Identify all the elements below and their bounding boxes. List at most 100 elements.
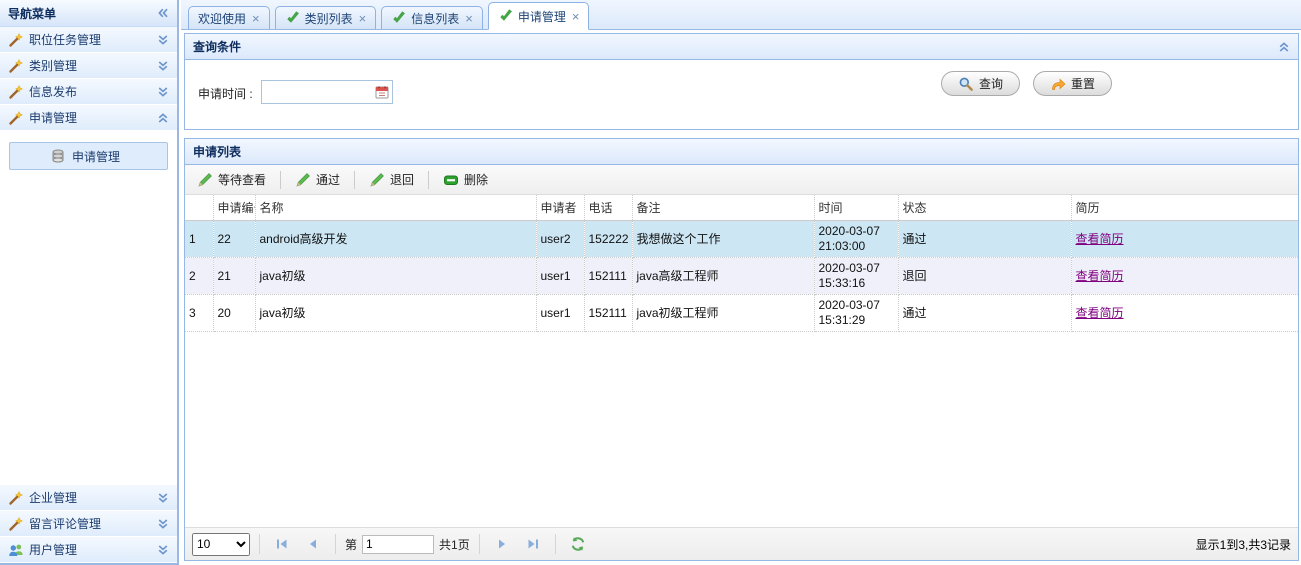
last-page-button[interactable] xyxy=(520,532,546,556)
pencil-icon xyxy=(369,172,385,188)
last-page-icon xyxy=(525,536,541,552)
tab-application-mgmt[interactable]: 申请管理 × xyxy=(487,2,590,30)
view-resume-link[interactable]: 查看简历 xyxy=(1076,232,1124,246)
wait-review-button[interactable]: 等待查看 xyxy=(190,167,273,192)
sidebar-item-label: 企业管理 xyxy=(29,491,78,505)
check-icon xyxy=(285,10,301,26)
delete-button[interactable]: 删除 xyxy=(436,167,495,192)
col-status: 状态 xyxy=(898,195,1072,221)
col-phone: 电话 xyxy=(584,195,633,221)
col-time: 时间 xyxy=(814,195,899,221)
sidebar-item-category-mgmt[interactable]: 类别管理 xyxy=(0,53,177,79)
close-icon[interactable]: × xyxy=(359,12,367,25)
list-panel-title: 申请列表 xyxy=(193,145,242,159)
page-label-suffix: 共1页 xyxy=(439,537,470,552)
view-resume-link[interactable]: 查看简历 xyxy=(1076,269,1124,283)
refresh-icon xyxy=(570,536,586,552)
col-remark: 备注 xyxy=(632,195,815,221)
search-button[interactable]: 查询 xyxy=(940,71,1020,96)
apply-time-input[interactable] xyxy=(264,83,372,101)
sidebar-item-application-mgmt[interactable]: 申请管理 xyxy=(0,105,177,131)
query-buttons: 查询 重置 xyxy=(940,71,1112,96)
first-page-button[interactable] xyxy=(269,532,295,556)
page-size-select[interactable]: 10 xyxy=(192,532,250,556)
chevron-down-icon xyxy=(157,492,169,504)
sidebar-item-job-task-mgmt[interactable]: 职位任务管理 xyxy=(0,27,177,53)
approve-button[interactable]: 通过 xyxy=(288,167,347,192)
next-page-icon xyxy=(494,536,510,552)
grid-toolbar: 等待查看 通过 退回 删除 xyxy=(185,165,1298,195)
col-rownum xyxy=(185,195,214,221)
apply-time-field-wrap xyxy=(261,80,393,104)
close-icon[interactable]: × xyxy=(252,12,260,25)
calendar-icon[interactable] xyxy=(374,84,390,103)
page-label-prefix: 第 xyxy=(345,537,358,552)
collapse-sidebar-icon[interactable] xyxy=(157,7,169,19)
close-icon[interactable]: × xyxy=(465,12,473,25)
col-apply-id: 申请编号 xyxy=(213,195,256,221)
tab-label: 申请管理 xyxy=(517,9,566,24)
nav-title: 导航菜单 xyxy=(8,6,57,21)
toolbar-separator xyxy=(280,170,282,189)
submenu-item-label: 申请管理 xyxy=(72,149,121,164)
chevron-down-icon xyxy=(157,34,169,46)
apply-time-label: 申请时间 : xyxy=(198,87,253,101)
query-panel: 查询条件 申请时间 : 查询 重置 xyxy=(184,33,1299,130)
sidebar-item-label: 申请管理 xyxy=(29,111,78,125)
col-applicant: 申请者 xyxy=(536,195,585,221)
next-page-button[interactable] xyxy=(489,532,515,556)
sidebar-item-info-publish[interactable]: 信息发布 xyxy=(0,79,177,105)
query-panel-title: 查询条件 xyxy=(193,40,242,54)
table-row[interactable]: 3 20 java初级 user1 152111 java初级工程师 2020-… xyxy=(185,294,1298,332)
col-name: 名称 xyxy=(255,195,537,221)
return-button[interactable]: 退回 xyxy=(362,167,421,192)
sidebar-item-label: 类别管理 xyxy=(29,59,78,73)
main-content: 欢迎使用 × 类别列表 × 信息列表 × 申请管理 × 查询条件 申请时间 : xyxy=(181,0,1301,565)
application-list-panel: 申请列表 等待查看 通过 退回 删除 申请编 名称 申请者 电话 备注 时间 状… xyxy=(184,138,1299,561)
wand-icon xyxy=(8,490,24,506)
sidebar-item-company-mgmt[interactable]: 企业管理 xyxy=(0,485,177,511)
wand-icon xyxy=(8,58,24,74)
collapse-panel-icon[interactable] xyxy=(1278,41,1290,53)
wand-icon xyxy=(8,110,24,126)
pencil-icon xyxy=(197,172,213,188)
pencil-icon xyxy=(295,172,311,188)
navigation-sidebar: 导航菜单 职位任务管理 类别管理 信息发布 申请管理 申请管理 企业管理 留言评… xyxy=(0,0,179,565)
redo-icon xyxy=(1050,76,1066,92)
pagination-bar: 10 第 共1页 显示1到3,共3记录 xyxy=(185,527,1298,560)
nav-header: 导航菜单 xyxy=(0,0,177,27)
tab-category-list[interactable]: 类别列表 × xyxy=(274,6,377,29)
toolbar-separator xyxy=(428,170,430,189)
reset-button[interactable]: 重置 xyxy=(1032,71,1112,96)
sidebar-item-label: 留言评论管理 xyxy=(29,517,102,531)
sidebar-item-user-mgmt[interactable]: 用户管理 xyxy=(0,537,177,563)
chevron-down-icon xyxy=(157,86,169,98)
chevron-up-icon xyxy=(157,112,169,124)
sidebar-item-comment-mgmt[interactable]: 留言评论管理 xyxy=(0,511,177,537)
status-text: 通过 xyxy=(898,220,1072,258)
pager-summary: 显示1到3,共3记录 xyxy=(1195,537,1291,552)
page-number-input[interactable] xyxy=(362,534,435,554)
sidebar-item-label: 用户管理 xyxy=(29,543,78,557)
view-resume-link[interactable]: 查看简历 xyxy=(1076,306,1124,320)
prev-page-icon xyxy=(305,536,321,552)
tab-welcome[interactable]: 欢迎使用 × xyxy=(188,6,270,29)
list-panel-header: 申请列表 xyxy=(185,139,1298,165)
close-icon[interactable]: × xyxy=(572,10,580,23)
chevron-down-icon xyxy=(157,544,169,556)
tab-info-list[interactable]: 信息列表 × xyxy=(381,6,483,29)
users-icon xyxy=(8,542,24,558)
refresh-button[interactable] xyxy=(565,532,591,556)
wand-icon xyxy=(8,32,24,48)
wand-icon xyxy=(8,516,24,532)
toolbar-separator xyxy=(354,170,356,189)
search-icon xyxy=(958,76,974,92)
submenu-item-application-mgmt[interactable]: 申请管理 xyxy=(9,142,168,170)
prev-page-button[interactable] xyxy=(300,532,326,556)
query-panel-body: 申请时间 : 查询 重置 xyxy=(185,60,1298,129)
tab-label: 欢迎使用 xyxy=(198,11,247,26)
table-row[interactable]: 2 21 java初级 user1 152111 java高级工程师 2020-… xyxy=(185,257,1298,295)
table-row[interactable]: 1 22 android高级开发 user2 152222 我想做这个工作 20… xyxy=(185,220,1298,258)
grid-header-row: 申请编号 名称 申请者 电话 备注 时间 状态 简历 xyxy=(185,195,1298,221)
query-panel-header: 查询条件 xyxy=(185,34,1298,60)
